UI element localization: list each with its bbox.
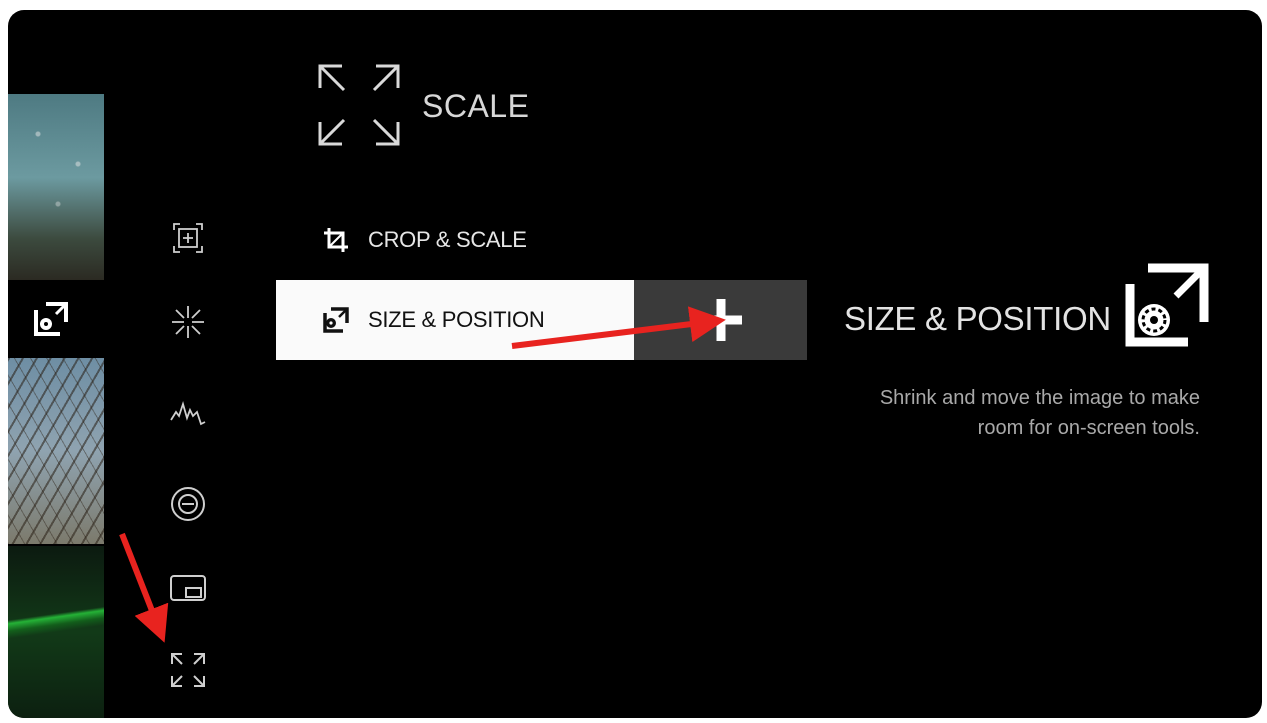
exposure-icon[interactable] [166,482,210,526]
active-thumbnail[interactable] [8,284,104,354]
menu-item-label: CROP & SCALE [368,227,527,252]
detail-title: SIZE & POSITION [844,300,1111,337]
add-button[interactable] [634,280,807,360]
crop-icon [324,228,348,252]
size-position-icon [323,307,349,333]
menu-item-label: SIZE & POSITION [368,307,545,332]
scale-arrows-icon [318,64,400,146]
size-position-icon [34,301,69,336]
thumbnail-image[interactable] [8,358,104,544]
size-position-icon [1125,263,1209,347]
plus-icon [699,299,742,341]
thumbnail-image[interactable] [8,94,104,280]
focus-assist-icon[interactable] [166,216,210,260]
scale-arrows-icon[interactable] [166,648,210,692]
menu-item-size-position[interactable]: SIZE & POSITION [276,280,634,360]
menu-item-crop-scale[interactable]: CROP & SCALE [276,200,634,280]
page-title: SCALE [422,88,530,124]
aperture-icon[interactable] [166,300,210,344]
picture-in-picture-icon[interactable] [166,566,210,610]
waveform-icon[interactable] [166,392,210,436]
thumbnail-image[interactable] [8,546,104,718]
app-screen: SCALE CROP & SCALE SIZE & POSITION SIZE … [8,10,1262,718]
detail-description: Shrink and move the image to make room f… [879,387,1200,439]
